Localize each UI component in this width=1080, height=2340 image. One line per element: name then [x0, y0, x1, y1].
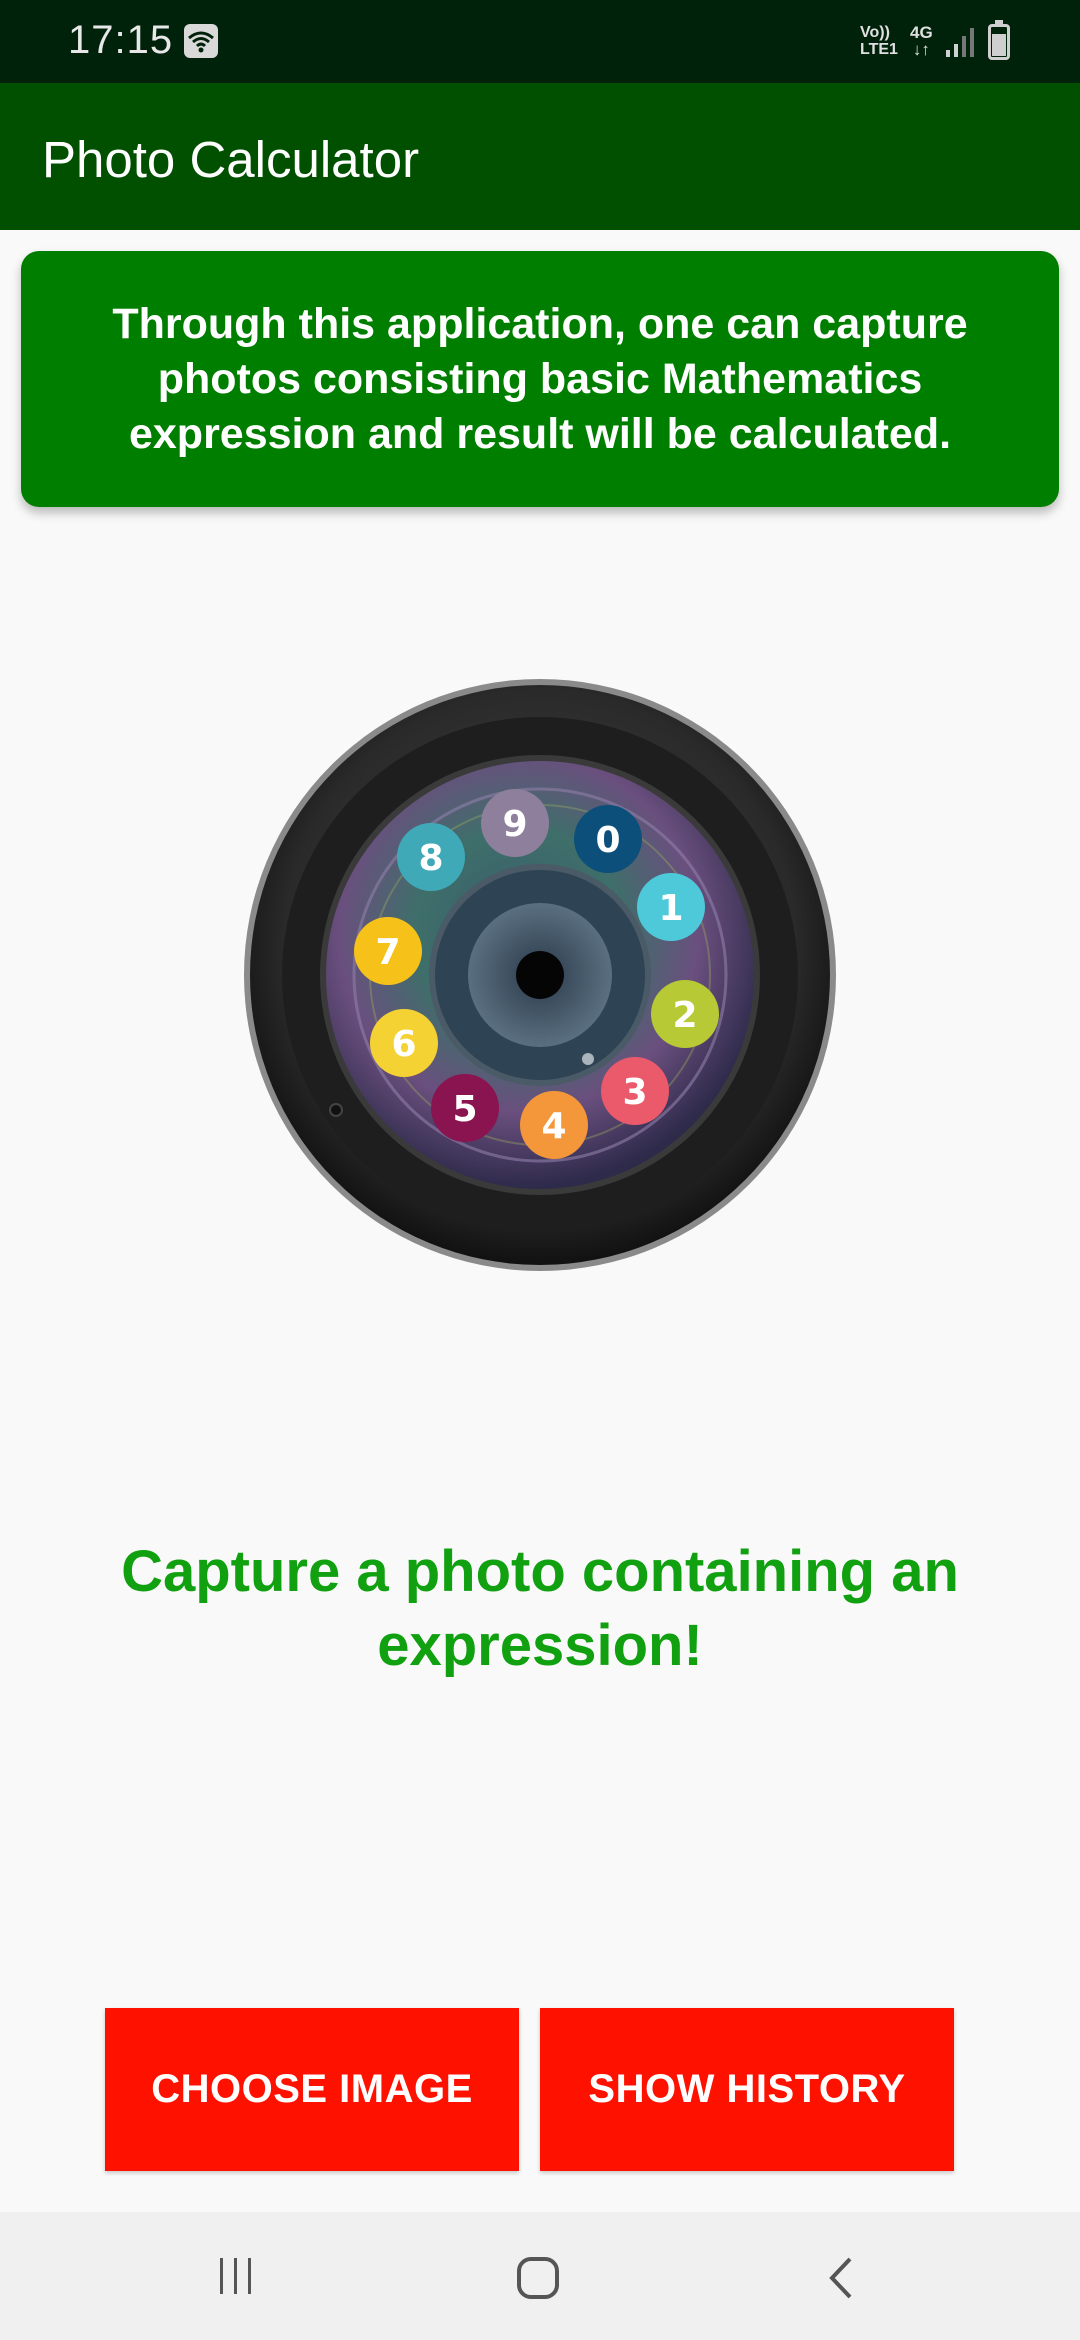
digit-badge-9: 9: [481, 789, 549, 857]
digit-badge-8: 8: [397, 823, 465, 891]
data-arrows-icon: ↓↑: [912, 40, 930, 59]
info-text: Through this application, one can captur…: [112, 299, 968, 458]
camera-lens-image: 01 23 4 56 7 8 9: [244, 679, 836, 1271]
recent-apps-icon[interactable]: [216, 2256, 256, 2296]
digit-badge-label: 3: [622, 1072, 647, 1113]
home-icon[interactable]: [516, 2256, 560, 2300]
digit-badge-4: 4: [520, 1091, 588, 1159]
digit-badge-label: 6: [391, 1024, 416, 1065]
digit-badge-5: 5: [431, 1074, 499, 1142]
digit-badge-label: 5: [452, 1089, 477, 1130]
digit-badge-1: 1: [637, 873, 705, 941]
digit-badge-label: 9: [502, 804, 527, 845]
digit-badge-label: 4: [541, 1106, 566, 1147]
signal-icon: [946, 28, 974, 57]
digit-badge-7: 7: [354, 917, 422, 985]
digit-badge-2: 2: [651, 980, 719, 1048]
app-title: Photo Calculator: [42, 131, 420, 188]
app-bar: Photo Calculator: [0, 83, 1080, 230]
info-card: Through this application, one can captur…: [21, 251, 1059, 507]
digit-badge-label: 2: [672, 995, 697, 1036]
volte-label: Vo)): [860, 24, 890, 41]
wifi-icon: [184, 24, 218, 58]
digit-badge-label: 8: [418, 838, 443, 879]
digit-badge-3: 3: [601, 1057, 669, 1125]
volte-indicator: Vo)) LTE1: [860, 24, 898, 58]
battery-icon: [988, 20, 1010, 60]
digit-badge-0: 0: [574, 805, 642, 873]
digit-badge-label: 7: [375, 932, 400, 973]
choose-image-button[interactable]: CHOOSE IMAGE: [105, 2008, 519, 2171]
back-icon[interactable]: [826, 2256, 856, 2300]
lte-label: LTE1: [860, 41, 898, 58]
digit-badge-label: 0: [595, 820, 620, 861]
capture-prompt: Capture a photo containing an expression…: [121, 1539, 959, 1678]
show-history-button[interactable]: SHOW HISTORY: [540, 2008, 954, 2171]
navigation-bar: [0, 2212, 1080, 2340]
data-type-label: 4G: [910, 23, 933, 42]
status-bar: 17:15 Vo)) LTE1 4G ↓↑: [0, 0, 1080, 83]
data-indicator: 4G ↓↑: [910, 24, 933, 58]
digit-badge-label: 1: [658, 888, 683, 929]
status-time: 17:15: [68, 18, 174, 62]
digit-badge-6: 6: [370, 1009, 438, 1077]
